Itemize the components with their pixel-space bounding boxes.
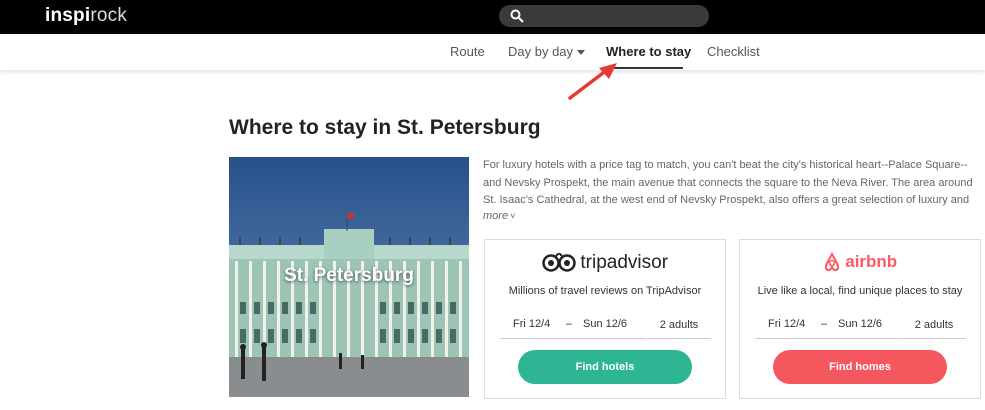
top-bar: inspirock [0, 0, 985, 34]
tripadvisor-wordmark: tripadvisor [580, 252, 669, 273]
tab-day-by-day[interactable]: Day by day [508, 44, 586, 59]
search-icon [510, 9, 524, 23]
guests-selector[interactable]: 2 adults [902, 313, 966, 339]
date-range-picker[interactable]: Fri 12/4 – Sun 12/6 [755, 313, 901, 339]
find-hotels-button[interactable]: Find hotels [518, 350, 692, 384]
checkin-date[interactable]: Fri 12/4 [768, 318, 805, 330]
tab-day-by-day-label: Day by day [508, 44, 574, 59]
more-link-label: more [483, 210, 509, 222]
sub-navigation: Route Day by day Where to stay Checklist [0, 34, 985, 70]
tripadvisor-tagline: Millions of travel reviews on TripAdviso… [508, 285, 702, 297]
tripadvisor-card: tripadvisor Millions of travel reviews o… [484, 239, 726, 399]
date-range-picker[interactable]: Fri 12/4 – Sun 12/6 [500, 313, 646, 339]
guests-selector[interactable]: 2 adults [647, 313, 711, 339]
airbnb-card: airbnb Live like a local, find unique pl… [739, 239, 981, 399]
tripadvisor-logo: tripadvisor [485, 251, 725, 278]
page-title: Where to stay in St. Petersburg [229, 116, 541, 139]
annotation-arrow-icon [568, 63, 617, 100]
date-separator: – [566, 318, 573, 330]
area-description: For luxury hotels with a price tag to ma… [483, 159, 973, 206]
city-photo: St. Petersburg [229, 157, 469, 397]
more-link[interactable]: more ˅ [483, 210, 515, 222]
tab-where-to-stay[interactable]: Where to stay [606, 44, 691, 59]
airbnb-logo: airbnb [740, 251, 980, 278]
checkin-date[interactable]: Fri 12/4 [513, 318, 550, 330]
find-homes-button[interactable]: Find homes [773, 350, 947, 384]
logo-text-light: rock [90, 5, 128, 26]
logo-text-bold: inspi [45, 5, 91, 26]
date-separator: – [821, 318, 828, 330]
tripadvisor-owl-icon [542, 251, 576, 272]
tab-route[interactable]: Route [450, 44, 485, 59]
airbnb-belo-icon [824, 251, 839, 272]
checkout-date[interactable]: Sun 12/6 [838, 318, 882, 330]
checkout-date[interactable]: Sun 12/6 [583, 318, 627, 330]
airbnb-tagline: Live like a local, find unique places to… [757, 285, 963, 297]
airbnb-wordmark: airbnb [845, 252, 898, 271]
search-input[interactable] [499, 5, 709, 27]
logo[interactable]: inspirock [45, 5, 127, 27]
chevron-down-icon: ˅ [510, 211, 516, 221]
caret-down-icon [577, 50, 586, 56]
tab-checklist[interactable]: Checklist [707, 44, 760, 59]
photo-city-label: St. Petersburg [284, 265, 414, 286]
